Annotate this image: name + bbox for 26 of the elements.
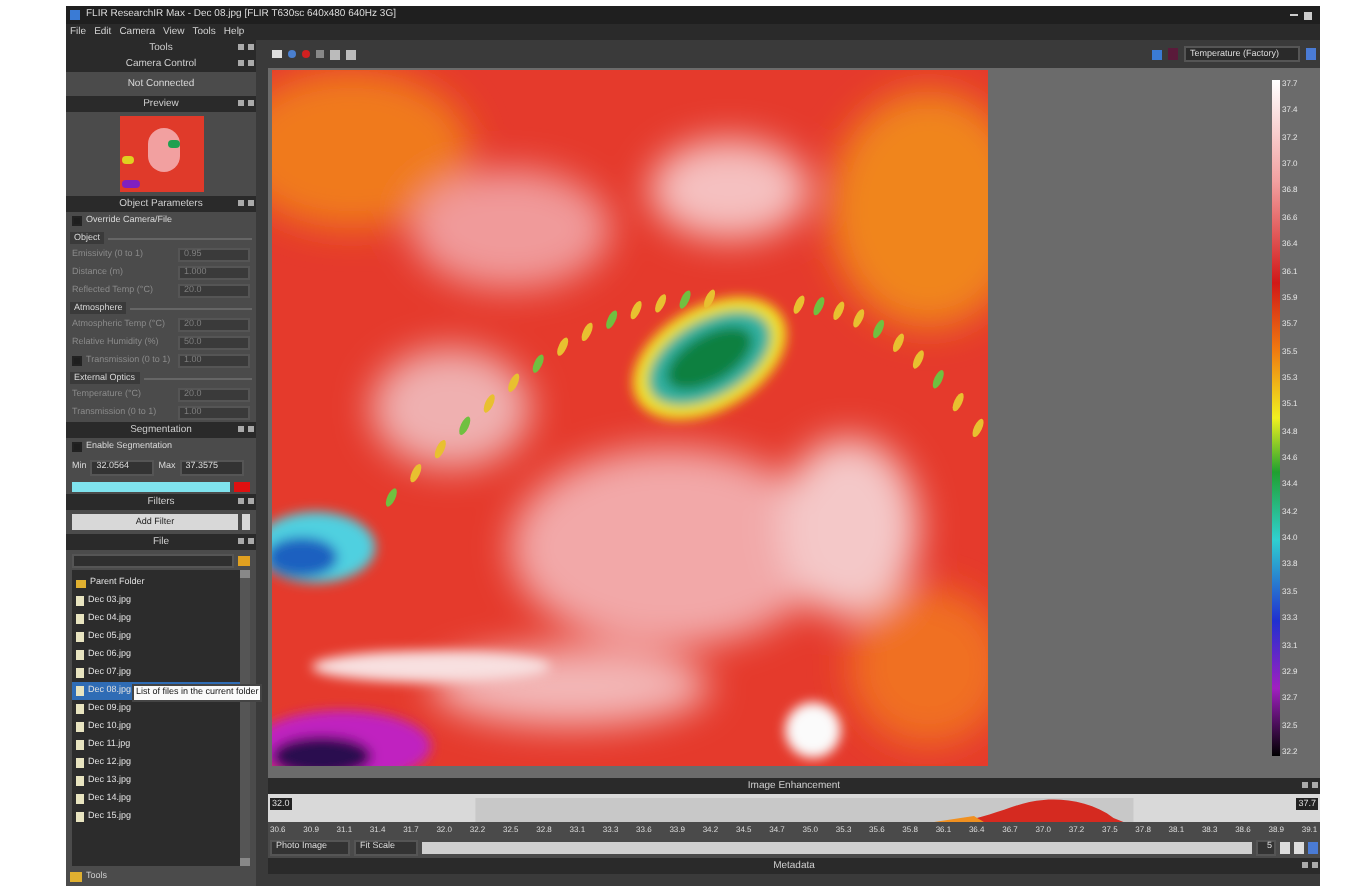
pin-icon[interactable] [238,200,244,206]
pin-icon[interactable] [238,498,244,504]
color-swatch[interactable] [234,481,250,491]
folder-icon[interactable] [238,555,250,565]
preview-thumbnail [119,116,203,192]
pin-icon[interactable] [238,100,244,106]
pin-icon[interactable] [238,426,244,432]
pin-icon[interactable] [1302,782,1308,788]
dropdown-icon[interactable] [242,514,250,530]
path-field[interactable] [72,553,234,567]
pin-icon[interactable] [238,538,244,544]
folder-icon [70,871,82,881]
checkbox[interactable] [72,442,82,452]
toolbar-icon[interactable] [1152,49,1162,59]
pin-icon[interactable] [1302,862,1308,868]
app-icon [70,10,80,20]
record-icon[interactable] [302,50,310,58]
minimize-icon[interactable] [1290,14,1298,16]
close-icon[interactable] [1304,11,1312,19]
folder-icon [76,579,86,587]
segmentation-range-bar[interactable] [72,481,230,491]
pin-icon[interactable] [238,60,244,66]
palette-icon[interactable] [1168,48,1178,60]
slider-track[interactable] [422,841,1252,853]
pin-icon[interactable] [238,44,244,50]
checkbox[interactable] [72,216,82,226]
